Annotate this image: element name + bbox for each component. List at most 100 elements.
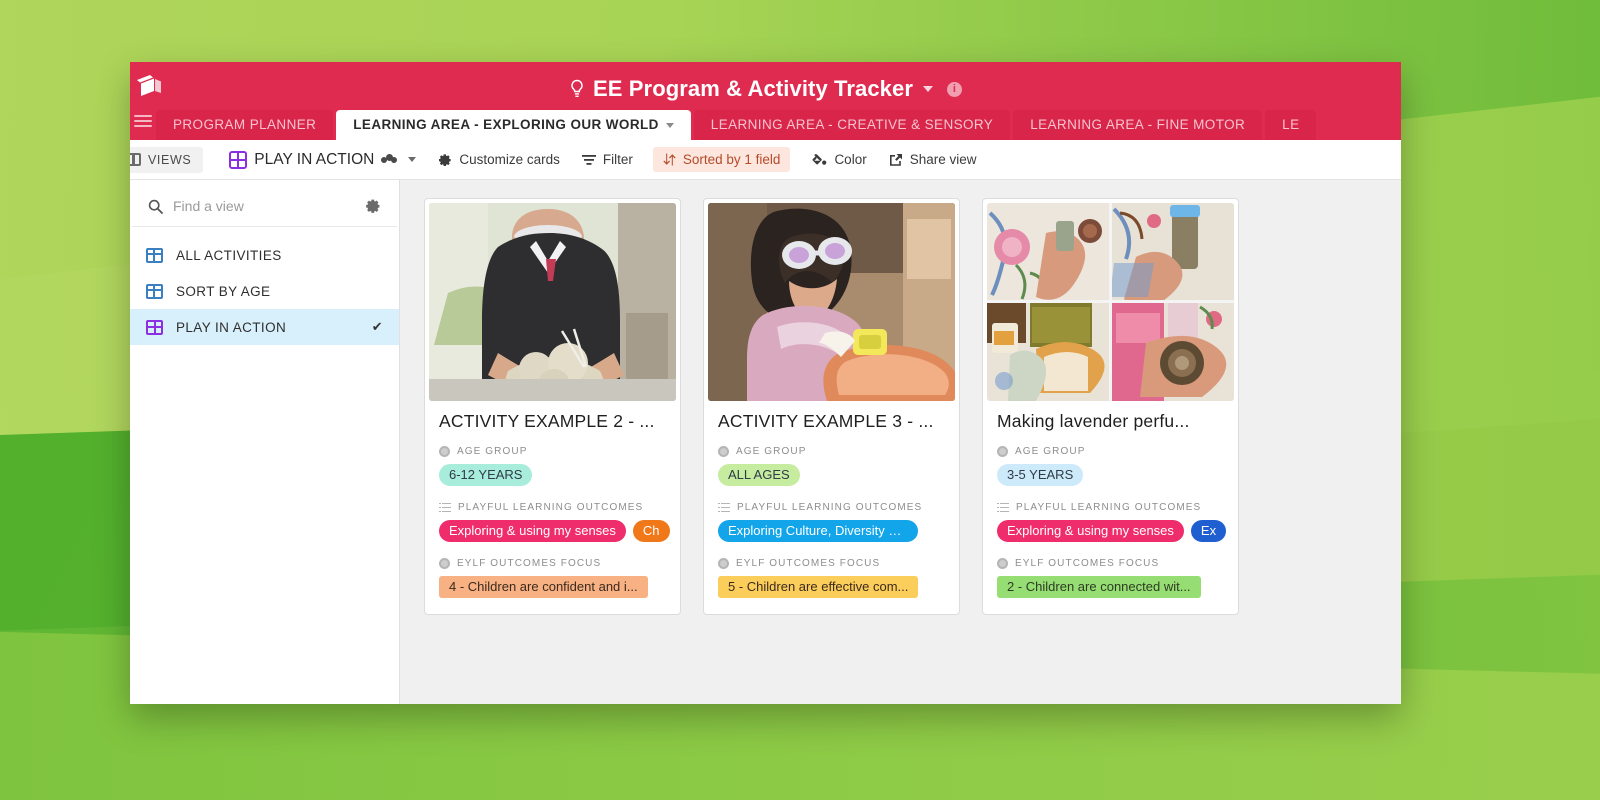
current-view-label: PLAY IN ACTION [254,150,375,168]
chevron-down-icon[interactable] [923,86,933,92]
views-button-label: VIEWS [148,152,192,167]
collaborators-icon [381,153,398,166]
field-eylf-outcomes-focus: EYLF OUTCOMES FOCUS 4 - Children are con… [439,558,666,598]
card-image-child-clay [429,203,676,401]
field-eylf-outcomes-focus: EYLF OUTCOMES FOCUS 2 - Children are con… [997,558,1224,598]
tab-label: PROGRAM PLANNER [173,117,317,132]
field-label: EYLF OUTCOMES FOCUS [439,558,666,569]
sidebar-toggle-icon[interactable] [132,110,156,140]
card-body: ACTIVITY EXAMPLE 3 - ... AGE GROUP ALL A… [704,401,959,614]
field-label: EYLF OUTCOMES FOCUS [997,558,1224,569]
view-toolbar: VIEWS PLAY IN ACTION Customize cards Fil… [130,140,1401,180]
customize-cards-button[interactable]: Customize cards [438,152,560,167]
card-image-child-goggles-bowl [708,203,955,401]
tag-list: Exploring & using my senses Ch [439,520,670,542]
chevron-down-icon[interactable] [665,122,674,128]
field-eylf-outcomes-focus: EYLF OUTCOMES FOCUS 5 - Children are eff… [718,558,945,598]
card-title: Making lavender perfu... [997,411,1190,431]
outcome-tag: Exploring Culture, Diversity & ... [718,520,918,542]
grid-view-icon [146,283,163,299]
filter-icon [581,154,596,165]
field-label: AGE GROUP [997,446,1224,457]
tab-exploring-our-world[interactable]: LEARNING AREA - EXPLORING OUR WORLD [336,110,691,140]
workspace-title[interactable]: EE Program & Activity Tracker i [130,76,1401,102]
info-icon[interactable]: i [947,81,962,97]
find-view-row [132,192,397,227]
outcome-tag: Exploring & using my senses [997,520,1184,542]
card-image-lavender-perfume-collage [987,203,1234,401]
single-select-icon [718,558,729,569]
sort-label: Sorted by 1 field [682,152,781,167]
tag-list: Exploring & using my senses Ex [997,520,1227,542]
field-label-text: AGE GROUP [457,446,528,457]
sidebar-item-sort-by-age[interactable]: SORT BY AGE [130,273,399,309]
tag-list: 5 - Children are effective com... [718,576,945,598]
sidebar-item-label: SORT BY AGE [176,283,271,299]
gear-icon [439,153,451,166]
top-bar: EE Program & Activity Tracker i PROGRAM … [130,62,1401,140]
field-age-group: AGE GROUP 3-5 YEARS [997,446,1224,486]
workspace-title-text: EE Program & Activity Tracker [593,76,913,101]
field-playful-learning-outcomes: PLAYFUL LEARNING OUTCOMES Exploring & us… [439,502,670,542]
age-group-tag: ALL AGES [718,464,800,486]
tab-creative-and-sensory[interactable]: LEARNING AREA - CREATIVE & SENSORY [693,110,1011,140]
outcome-tag: Ex [1190,520,1227,542]
eylf-tag: 5 - Children are effective com... [718,576,919,598]
gallery-card[interactable]: Making lavender perfu... AGE GROUP 3-5 Y… [982,198,1239,615]
field-label: AGE GROUP [439,446,666,457]
age-group-tag: 6-12 YEARS [439,464,533,486]
gear-icon[interactable] [365,198,381,214]
filter-label: Filter [602,152,633,167]
share-view-button[interactable]: Share view [889,152,977,167]
field-label-text: AGE GROUP [1015,446,1086,457]
tag-list: 4 - Children are confident and i... [439,576,666,598]
outcome-tag: Ch [632,520,670,542]
card-title: ACTIVITY EXAMPLE 2 - ... [439,411,655,431]
sort-icon [663,153,676,166]
app-body: ALL ACTIVITIES SORT BY AGE PLAY IN ACTIO… [130,180,1401,704]
color-button[interactable]: Color [812,152,867,167]
tag-list: 2 - Children are connected wit... [997,576,1224,598]
tag-list: Exploring Culture, Diversity & ... [718,520,945,542]
grid-view-icon [146,247,163,263]
customize-cards-label: Customize cards [459,152,560,167]
gallery-card[interactable]: ACTIVITY EXAMPLE 2 - ... AGE GROUP 6-12 … [424,198,681,615]
card-body: Making lavender perfu... AGE GROUP 3-5 Y… [983,401,1238,614]
chevron-down-icon[interactable] [408,157,417,162]
gallery-view-icon [229,150,248,169]
age-group-tag: 3-5 YEARS [997,464,1084,486]
filter-button[interactable]: Filter [581,152,633,167]
multi-select-icon [997,502,1009,513]
tag-list: 6-12 YEARS [439,464,666,486]
field-label-text: AGE GROUP [736,446,807,457]
outcome-tag: Exploring & using my senses [439,520,626,542]
field-age-group: AGE GROUP ALL AGES [718,446,945,486]
field-label: PLAYFUL LEARNING OUTCOMES [439,502,666,513]
current-view-button[interactable]: PLAY IN ACTION [229,150,417,169]
field-label-text: EYLF OUTCOMES FOCUS [1015,558,1160,569]
field-label-text: EYLF OUTCOMES FOCUS [457,558,602,569]
eylf-tag: 4 - Children are confident and i... [439,576,648,598]
field-playful-learning-outcomes: PLAYFUL LEARNING OUTCOMES Exploring & us… [997,502,1227,542]
views-button[interactable]: VIEWS [130,146,204,173]
views-list: ALL ACTIVITIES SORT BY AGE PLAY IN ACTIO… [130,227,399,345]
tab-program-planner[interactable]: PROGRAM PLANNER [156,110,334,140]
search-icon [148,199,163,214]
single-select-icon [997,446,1008,457]
tab-label: LE [1282,117,1300,132]
tab-fine-motor[interactable]: LEARNING AREA - FINE MOTOR [1013,110,1263,140]
field-label: EYLF OUTCOMES FOCUS [718,558,945,569]
sidebar-item-label: PLAY IN ACTION [176,319,287,335]
search-input[interactable] [173,198,355,214]
sidebar-item-all-activities[interactable]: ALL ACTIVITIES [130,237,399,273]
gallery-view-icon [146,319,163,335]
tab-next-clipped[interactable]: LE [1265,110,1317,140]
sidebar-item-play-in-action[interactable]: PLAY IN ACTION ✔ [130,309,399,345]
sort-button[interactable]: Sorted by 1 field [652,147,791,172]
gallery-card[interactable]: ACTIVITY EXAMPLE 3 - ... AGE GROUP ALL A… [703,198,960,615]
field-label: AGE GROUP [718,446,945,457]
sidebar-item-label: ALL ACTIVITIES [176,247,282,263]
field-label-text: PLAYFUL LEARNING OUTCOMES [458,502,644,513]
check-icon: ✔ [371,319,383,334]
single-select-icon [439,558,450,569]
